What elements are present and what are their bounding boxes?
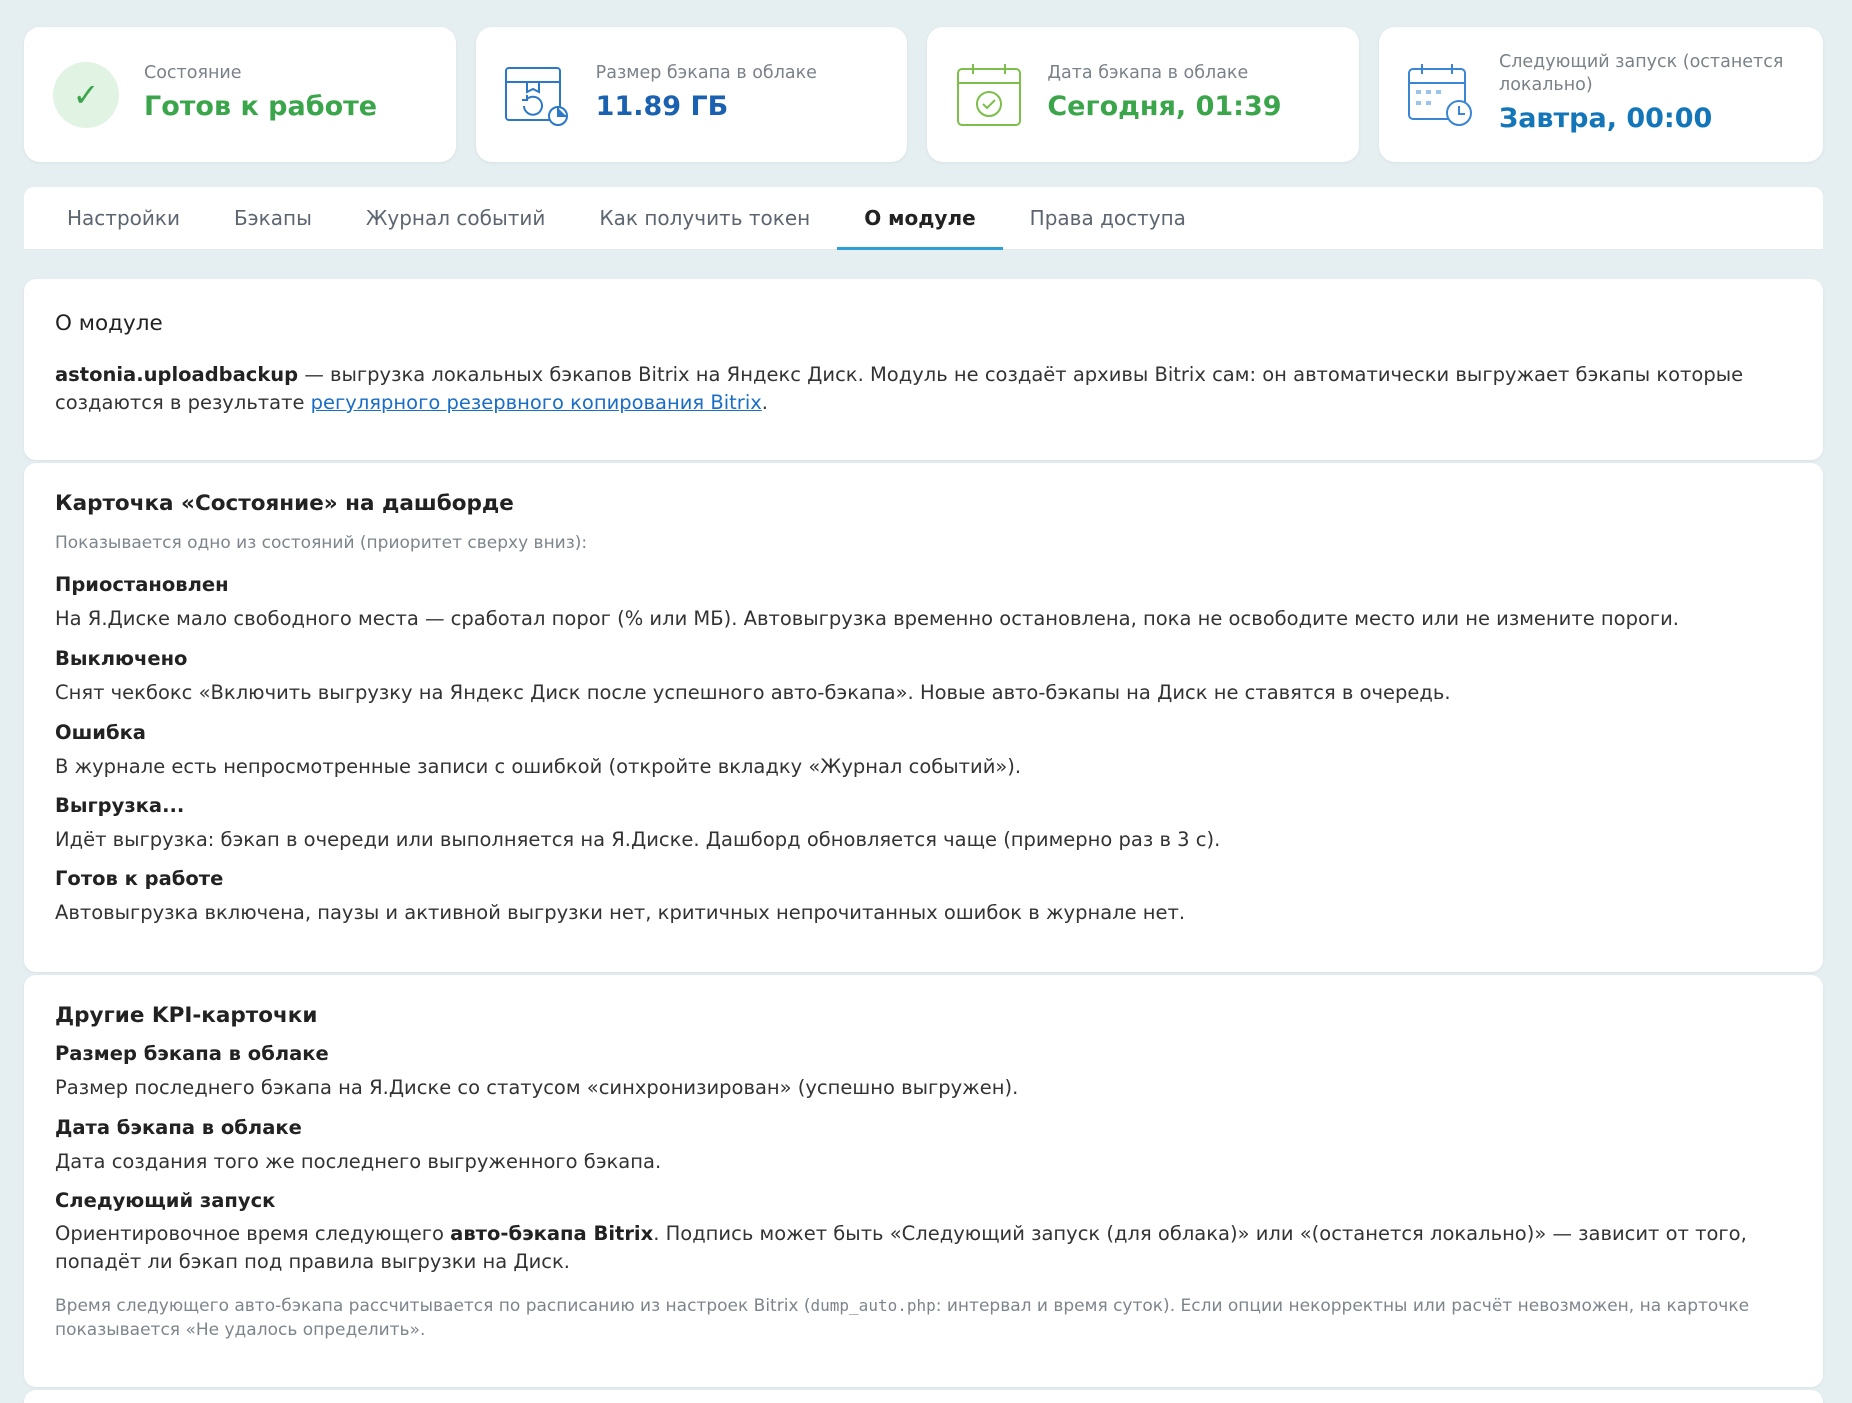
tab-bar: Настройки Бэкапы Журнал событий Как полу… <box>24 187 1823 250</box>
kpi-item-desc: Ориентировочное время следующего авто-бэ… <box>55 1220 1792 1276</box>
about-title: О модуле <box>55 311 163 336</box>
note-part: Время следующего авто-бэкапа рассчитывае… <box>55 1296 811 1316</box>
kpi-card-status: ✓ Состояние Готов к работе <box>24 27 456 162</box>
about-text: — выгрузка локальных бэкапов Bitrix на Я… <box>55 363 1744 414</box>
state-desc: Снят чекбокс «Включить выгрузку на Яндек… <box>55 681 1451 704</box>
kpi-card-cloud-date: Дата бэкапа в облаке Сегодня, 01:39 <box>927 27 1360 162</box>
kpi-note: Время следующего авто-бэкапа рассчитывае… <box>55 1294 1792 1342</box>
kpi-info-title: Другие KPI-карточки <box>55 1003 318 1028</box>
kpi-item-desc: Размер последнего бэкапа на Я.Диске со с… <box>55 1076 1019 1099</box>
check-icon: ✓ <box>50 59 122 131</box>
kpi-card-next-run: Следующий запуск (останется локально) За… <box>1379 27 1824 162</box>
kpi-value: Завтра, 00:00 <box>1499 102 1713 134</box>
backup-docs-link[interactable]: регулярного резервного копирования Bitri… <box>311 391 762 414</box>
kpi-label: Размер бэкапа в облаке <box>595 63 817 83</box>
kpi-value: Готов к работе <box>144 91 378 122</box>
tab-access-rights[interactable]: Права доступа <box>1003 187 1213 249</box>
tab-event-log[interactable]: Журнал событий <box>339 187 573 249</box>
cloud-archive-icon <box>502 59 574 131</box>
state-title: Выключено <box>55 647 188 670</box>
kpi-value: Сегодня, 01:39 <box>1047 91 1282 122</box>
kpi-row: ✓ Состояние Готов к работе Размер бэкапа… <box>24 27 1824 162</box>
state-title: Приостановлен <box>55 573 229 596</box>
tab-about[interactable]: О модуле <box>837 187 1004 250</box>
state-desc: Автовыгрузка включена, паузы и активной … <box>55 901 1186 924</box>
kpi-item-title: Следующий запуск <box>55 1189 276 1212</box>
state-card: Карточка «Состояние» на дашборде Показыв… <box>24 463 1823 972</box>
desc-bold: авто-бэкапа Bitrix <box>450 1222 654 1245</box>
state-card-title: Карточка «Состояние» на дашборде <box>55 491 514 516</box>
about-card: О модуле astonia.uploadbackup — выгрузка… <box>24 279 1823 460</box>
state-desc: Идёт выгрузка: бэкап в очереди или выпол… <box>55 828 1221 851</box>
note-code: dump_auto.php <box>810 1296 936 1315</box>
state-title: Ошибка <box>55 721 146 744</box>
tab-settings[interactable]: Настройки <box>40 187 207 249</box>
kpi-info-card: Другие KPI-карточки Размер бэкапа в обла… <box>24 975 1823 1387</box>
state-desc: В журнале есть непросмотренные записи с … <box>55 755 1022 778</box>
kpi-label: Следующий запуск (останется локально) <box>1499 51 1784 95</box>
desc-part: Ориентировочное время следующего <box>55 1222 451 1245</box>
state-title: Готов к работе <box>55 867 224 890</box>
kpi-item-title: Дата бэкапа в облаке <box>55 1116 302 1139</box>
kpi-label: Состояние <box>144 63 242 83</box>
tab-get-token[interactable]: Как получить токен <box>572 187 837 249</box>
tab-backups[interactable]: Бэкапы <box>207 187 339 249</box>
kpi-card-cloud-size: Размер бэкапа в облаке 11.89 ГБ <box>475 27 908 162</box>
kpi-value: 11.89 ГБ <box>595 91 729 122</box>
next-card <box>24 1390 1823 1403</box>
module-name: astonia.uploadbackup <box>55 363 299 386</box>
about-description: astonia.uploadbackup — выгрузка локальны… <box>55 361 1792 417</box>
kpi-item-desc: Дата создания того же последнего выгруже… <box>55 1150 662 1173</box>
about-text-end: . <box>761 391 768 414</box>
state-desc: На Я.Диске мало свободного места — срабо… <box>55 607 1679 630</box>
state-card-hint: Показывается одно из состояний (приорите… <box>55 533 588 553</box>
kpi-item-title: Размер бэкапа в облаке <box>55 1042 329 1065</box>
calendar-check-icon <box>953 59 1025 131</box>
state-title: Выгрузка... <box>55 794 185 817</box>
kpi-label: Дата бэкапа в облаке <box>1047 63 1249 83</box>
calendar-clock-icon <box>1405 59 1477 131</box>
